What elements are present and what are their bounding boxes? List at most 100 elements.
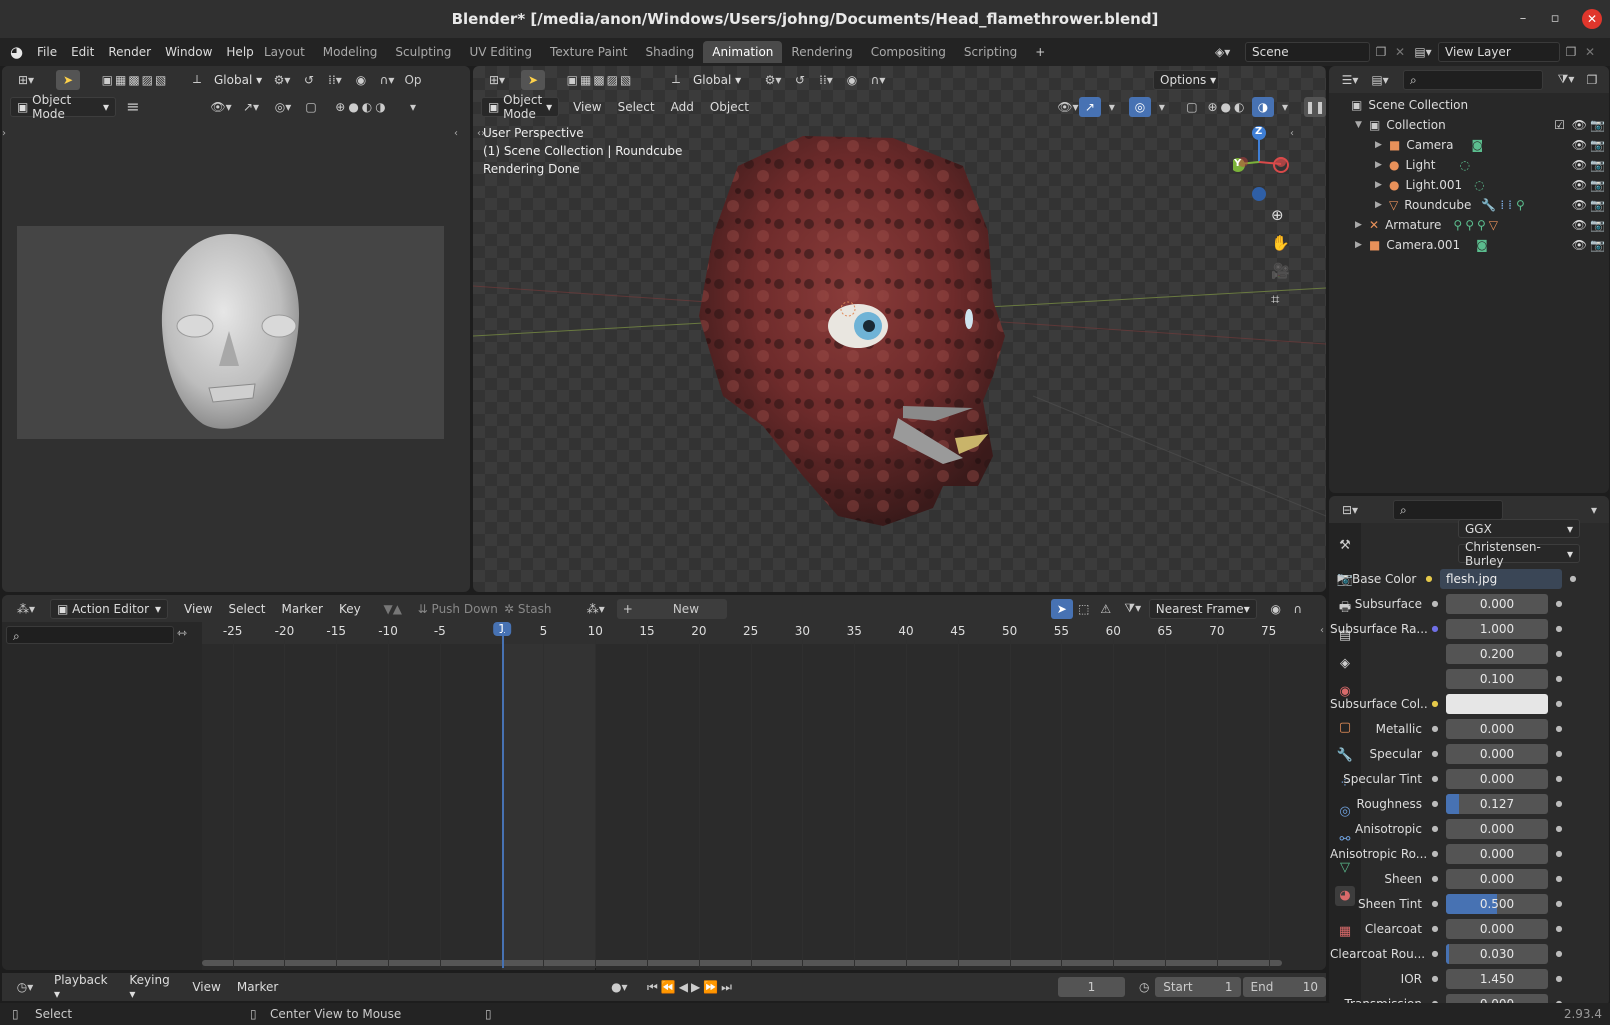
view-layer-field[interactable]: View Layer xyxy=(1438,42,1560,62)
overflow-label[interactable]: Op xyxy=(402,70,424,90)
socket-dot-icon[interactable]: ● xyxy=(1428,749,1442,758)
proportional-icon[interactable]: ◉ xyxy=(1265,599,1287,619)
pivot-icon[interactable]: ⚙▾ xyxy=(266,70,298,90)
property-row[interactable]: Subsurface ● 0.000 ● xyxy=(1330,591,1602,616)
outliner-search-input[interactable]: ⌕ xyxy=(1403,69,1543,90)
add-workspace-button[interactable]: + xyxy=(1026,41,1054,63)
property-row[interactable]: Clearcoat Rou... ● 0.030 ● xyxy=(1330,941,1602,966)
horizontal-scrollbar[interactable] xyxy=(202,960,1282,966)
property-value-field[interactable]: 0.500 xyxy=(1446,893,1548,914)
scene-field[interactable]: Scene xyxy=(1245,42,1370,62)
new-action-button[interactable]: + New xyxy=(616,598,727,619)
keyframe-dot-icon[interactable]: ● xyxy=(1552,824,1566,833)
keyframe-dot-icon[interactable]: ● xyxy=(1552,974,1566,983)
swap-icon[interactable]: ⇿ xyxy=(177,626,187,640)
close-button[interactable]: ✕ xyxy=(1582,9,1602,29)
menu-key[interactable]: Key xyxy=(331,602,369,616)
outliner-row-scene-collection[interactable]: ▣ Scene Collection xyxy=(1329,95,1609,115)
main-viewport[interactable]: ⊞▾ ➤ ▣▦▩▨▧ ⟂ Global ▾ ⚙▾ ↺ ⁞⁞▾ ◉ ∩▾ Opti… xyxy=(473,66,1326,592)
eye-icon[interactable]: 👁 xyxy=(1572,238,1587,252)
property-row[interactable]: Anisotropic ● 0.000 ● xyxy=(1330,816,1602,841)
xray-icon[interactable]: ▢ xyxy=(300,97,322,117)
property-value-field[interactable]: 0.000 xyxy=(1446,818,1548,839)
outliner-row-light-001[interactable]: ▶ ● Light.001 ◌ 👁 📷 xyxy=(1329,175,1609,195)
expand-arrow-icon[interactable]: ▶ xyxy=(1330,574,1352,584)
shading-dropdown-icon[interactable]: ▾ xyxy=(402,97,424,117)
property-value-field[interactable]: 0.000 xyxy=(1446,743,1548,764)
render-camera-icon[interactable]: 📷 xyxy=(1590,178,1605,192)
socket-dot-icon[interactable]: ● xyxy=(1428,824,1442,833)
socket-dot-icon[interactable]: ● xyxy=(1428,949,1442,958)
render-camera-icon[interactable]: 📷 xyxy=(1590,198,1605,212)
outliner-editor-icon[interactable]: ☰▾ xyxy=(1335,70,1365,90)
socket-dot-icon[interactable]: ● xyxy=(1428,899,1442,908)
expand-arrow-icon[interactable]: ▶ xyxy=(1355,220,1369,230)
outliner-row-light[interactable]: ▶ ● Light ◌ 👁 📷 xyxy=(1329,155,1609,175)
socket-dot-icon[interactable]: ● xyxy=(1428,974,1442,983)
keyframe-dot-icon[interactable]: ● xyxy=(1552,649,1566,658)
outliner-row-collection[interactable]: ▼ ▣ Collection ☑ 👁 📷 xyxy=(1329,115,1609,135)
proportional-icon[interactable]: ◉ xyxy=(350,70,372,90)
property-value-field[interactable]: 0.127 xyxy=(1446,793,1548,814)
maximize-button[interactable]: ▫ xyxy=(1545,9,1565,29)
menu-file[interactable]: File xyxy=(30,38,64,66)
properties-options-icon[interactable]: ▾ xyxy=(1583,500,1605,520)
tab-modeling[interactable]: Modeling xyxy=(314,41,387,63)
menu-window[interactable]: Window xyxy=(158,38,219,66)
dopesheet-sidebar-toggle-icon[interactable]: ‹ xyxy=(1320,625,1324,636)
expand-arrow-icon[interactable]: ▶ xyxy=(1375,160,1389,170)
playback-controls[interactable]: ⏮⏪◀▶⏩⏭ xyxy=(642,977,739,997)
tool-tab-icon[interactable]: ⚒ xyxy=(1335,536,1355,556)
texture-socket-icon[interactable]: ● xyxy=(1422,574,1436,583)
eye-icon[interactable]: 👁 xyxy=(1572,218,1587,232)
current-frame-field[interactable]: 1 xyxy=(1057,977,1126,997)
snap-icon[interactable]: ↺ xyxy=(298,70,320,90)
new-view-layer-icon[interactable]: ❐ xyxy=(1560,45,1582,59)
keyframe-dot-icon[interactable]: ● xyxy=(1566,574,1580,583)
expand-arrow-icon[interactable]: ▼ xyxy=(1355,120,1369,130)
menu-edit[interactable]: Edit xyxy=(64,38,101,66)
show-hidden-icon[interactable]: ⬚ xyxy=(1073,599,1095,619)
render-camera-icon[interactable]: 📷 xyxy=(1590,118,1605,132)
editor-type-icon[interactable]: ⊞▾ xyxy=(10,70,42,90)
outliner-row-camera-001[interactable]: ▶ ■ Camera.001 ◙ 👁 📷 xyxy=(1329,235,1609,255)
display-mode-icon[interactable]: ▤▾ xyxy=(1365,70,1395,90)
socket-dot-icon[interactable]: ● xyxy=(1428,924,1442,933)
menu-render[interactable]: Render xyxy=(101,38,158,66)
ortho-grid-icon[interactable]: ⌗ xyxy=(1271,290,1290,308)
tab-texture-paint[interactable]: Texture Paint xyxy=(541,41,636,63)
eye-icon[interactable]: 👁 xyxy=(1572,158,1587,172)
expand-arrow-icon[interactable]: ▶ xyxy=(1375,200,1389,210)
minimize-button[interactable]: – xyxy=(1513,9,1533,29)
eye-icon[interactable]: 👁 xyxy=(1572,178,1587,192)
properties-search-input[interactable]: ⌕ xyxy=(1393,499,1503,520)
stash-button[interactable]: ✲ Stash xyxy=(499,599,557,619)
navigation-gizmo[interactable]: Z Y xyxy=(1231,124,1313,204)
render-camera-icon[interactable]: 📷 xyxy=(1590,138,1605,152)
push-down-button[interactable]: ⇊ Push Down xyxy=(417,599,499,619)
playhead-line[interactable] xyxy=(502,632,504,968)
outliner-row-armature[interactable]: ▶ ✕ Armature ⚲⚲⚲ ▽ 👁 📷 xyxy=(1329,215,1609,235)
channel-search-input[interactable]: ⌕ xyxy=(6,626,174,644)
base-color-row[interactable]: ▶ Base Color ● flesh.jpg ● xyxy=(1330,566,1602,591)
object-mode-dropdown[interactable]: ▣ Object Mode ▾ xyxy=(10,93,116,121)
eye-icon[interactable]: 👁 xyxy=(1572,138,1587,152)
gizmo-icon[interactable]: ↗▾ xyxy=(236,97,266,117)
eye-icon[interactable]: 👁 xyxy=(1572,118,1587,132)
preview-range-icon[interactable]: ◷ xyxy=(1133,977,1155,997)
property-value-field[interactable] xyxy=(1446,693,1548,714)
properties-editor-icon[interactable]: ⊟▾ xyxy=(1335,500,1365,520)
pan-hand-icon[interactable]: ✋ xyxy=(1271,234,1290,252)
menu-keying[interactable]: Keying ▾ xyxy=(121,973,184,1001)
menu-view[interactable]: View xyxy=(176,602,220,616)
property-value-field[interactable]: 1.000 xyxy=(1446,618,1548,639)
property-row[interactable]: Specular Tint ● 0.000 ● xyxy=(1330,766,1602,791)
orientation-icon[interactable]: ⟂ xyxy=(186,70,208,90)
property-row[interactable]: Anisotropic Ro... ● 0.000 ● xyxy=(1330,841,1602,866)
left-viewport[interactable]: ⊞▾ ➤ ▣▦▩▨▧ ⟂ Global ▾ ⚙▾ ↺ ⁞⁞▾ ◉ ∩▾ Op ▣… xyxy=(2,66,470,592)
keyframe-dot-icon[interactable]: ● xyxy=(1552,849,1566,858)
keyframe-dot-icon[interactable]: ● xyxy=(1552,799,1566,808)
menu-playback[interactable]: Playback ▾ xyxy=(46,973,121,1001)
property-row[interactable]: Sheen Tint ● 0.500 ● xyxy=(1330,891,1602,916)
render-camera-icon[interactable]: 📷 xyxy=(1590,158,1605,172)
